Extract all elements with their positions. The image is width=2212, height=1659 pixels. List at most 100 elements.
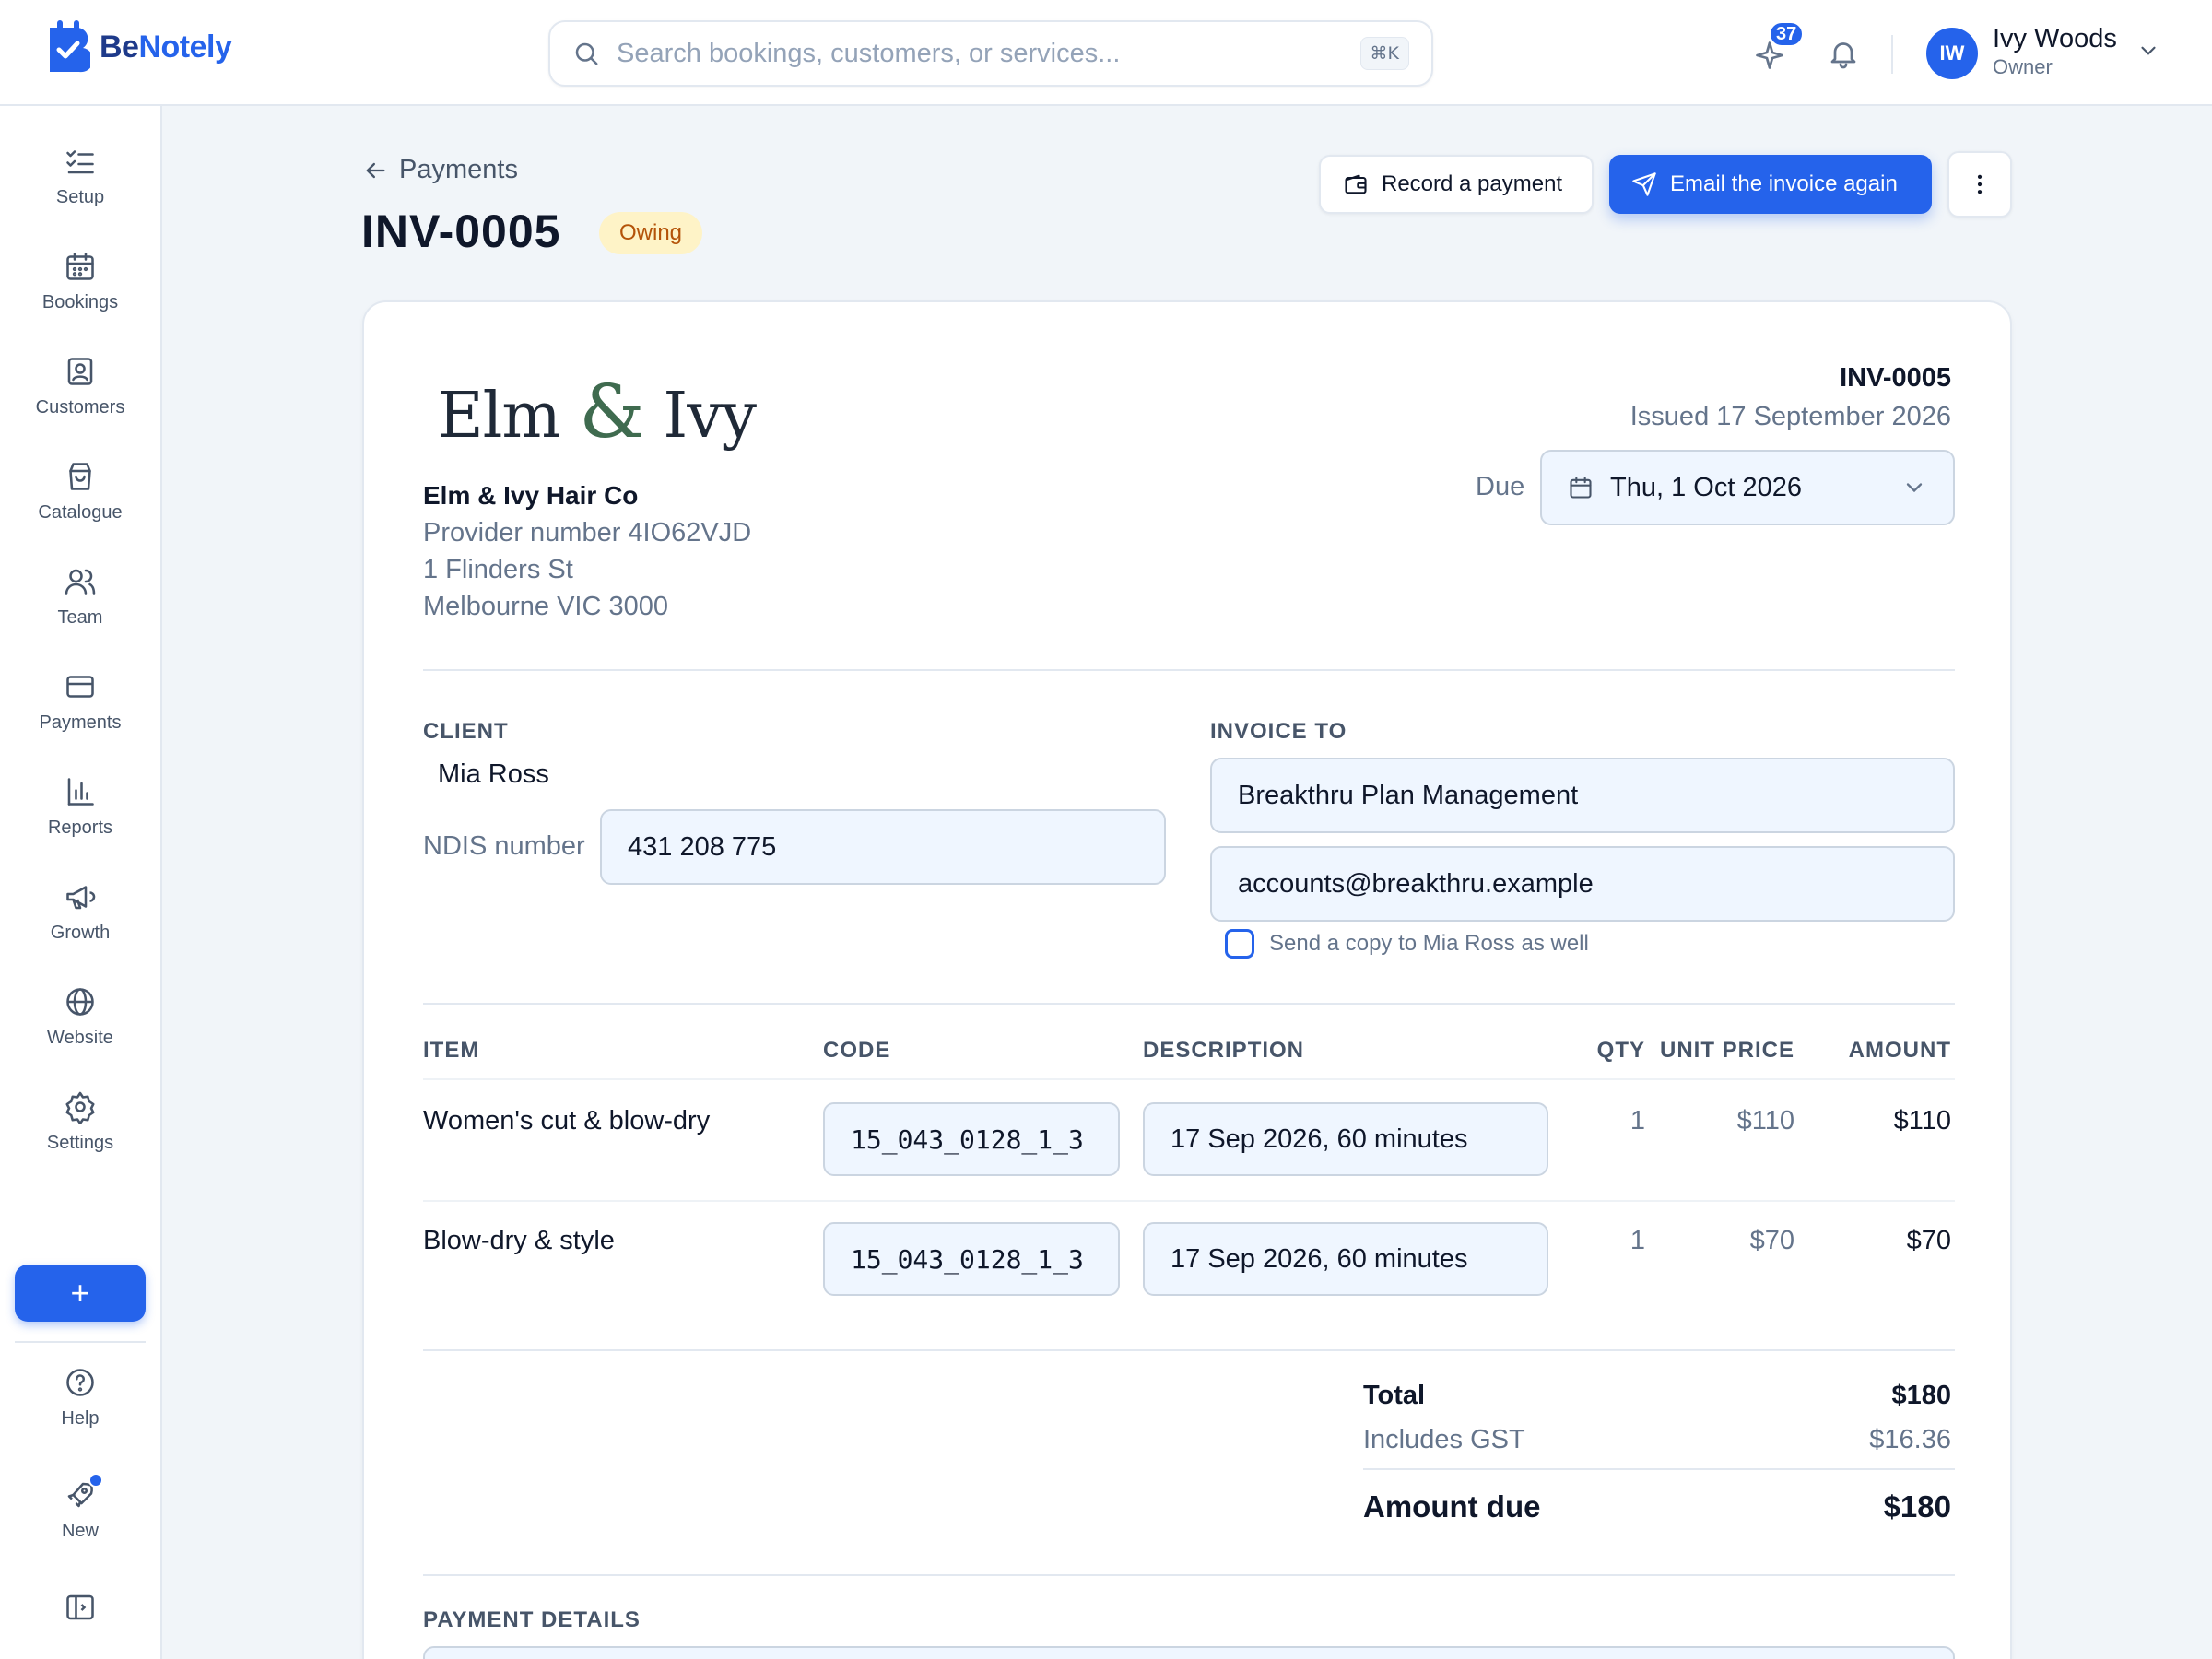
notifications-button[interactable] [1823,33,1864,74]
totals-divider [1363,1468,1955,1470]
app-logo[interactable]: BeNotely [46,20,232,74]
search-icon [575,42,598,65]
divider [423,1078,1955,1080]
line-item-description-input[interactable] [1143,1222,1548,1296]
page-title: INV-0005 [361,206,561,257]
gear-icon [65,1091,95,1124]
due-date-select[interactable]: Thu, 1 Oct 2026 [1540,450,1955,525]
line-item-qty: 1 [1630,1226,1645,1255]
line-item-unit-price: $70 [1749,1226,1794,1255]
contact-card-icon [67,358,93,385]
chevron-down-icon [1906,483,1923,493]
client-section-label: CLIENT [423,719,509,744]
status-badge: Owing [599,212,703,254]
chevron-down-icon[interactable] [2136,39,2160,63]
sidebar-item-settings[interactable]: Settings [0,1090,160,1182]
ndis-number-input[interactable] [600,809,1166,885]
issued-date: Issued 17 September 2026 [1630,402,1951,431]
sidebar-item-label: Setup [55,187,105,207]
sidebar-item-team[interactable]: Team [0,565,160,657]
back-link[interactable]: Payments [362,155,518,185]
provider-number: Provider number 4IO62VJD [423,518,752,547]
avatar[interactable]: IW [1926,28,1978,79]
sidebar-divider [15,1341,146,1343]
email-invoice-label: Email the invoice again [1670,171,1898,196]
record-payment-button[interactable]: Record a payment [1319,155,1594,214]
line-item-description-input[interactable] [1143,1102,1548,1176]
sidebar-item-label: Help [61,1408,100,1429]
sidebar-item-catalogue[interactable]: Catalogue [0,460,160,552]
client-name: Mia Ross [438,759,549,789]
collapse-sidebar-button[interactable] [0,1591,160,1646]
amount-due-label: Amount due [1363,1489,1541,1524]
line-item-qty: 1 [1630,1106,1645,1135]
gst-value: $16.36 [1869,1425,1951,1454]
quick-add-button[interactable]: + [15,1265,146,1322]
sidebar-item-label: Payments [39,712,122,733]
user-role: Owner [1993,55,2053,78]
sidebar-item-label: Customers [35,397,125,418]
gst-label: Includes GST [1363,1425,1525,1454]
column-header-amount: AMOUNT [1848,1038,1951,1063]
total-value: $180 [1891,1381,1951,1410]
send-copy-checkbox[interactable] [1225,929,1254,959]
sidebar-item-help[interactable]: Help [0,1366,160,1458]
address-line-1: 1 Flinders St [423,555,573,584]
divider [423,1003,1955,1005]
new-notification-dot [88,1473,103,1488]
app-name-part1: Be [100,29,139,65]
arrow-left-icon [366,162,385,178]
sidebar-item-new[interactable]: New [0,1478,160,1571]
credit-card-icon [66,676,94,698]
top-bar: BeNotely ⌘K 37 IW Ivy Woods Owner [0,0,2212,106]
bar-chart-icon [67,778,94,806]
topbar-divider [1891,35,1893,74]
globe-icon [66,988,94,1016]
invoice-number: INV-0005 [1840,363,1951,393]
more-vertical-icon [1977,174,1983,194]
sidebar-item-website[interactable]: Website [0,985,160,1077]
business-logo: Elm & Ivy [438,369,757,454]
amount-due-value: $180 [1883,1489,1951,1524]
shopping-bag-icon [69,463,91,490]
email-invoice-button[interactable]: Email the invoice again [1609,155,1932,214]
sidebar-item-setup[interactable]: Setup [0,145,160,237]
invoice-to-name-input[interactable] [1210,758,1955,833]
line-item-code-input[interactable] [823,1102,1120,1176]
line-item-amount: $70 [1906,1226,1951,1255]
more-options-button[interactable] [1947,151,2012,218]
sidebar-item-growth[interactable]: Growth [0,880,160,972]
invoice-to-email-input[interactable] [1210,846,1955,922]
user-name[interactable]: Ivy Woods [1993,24,2117,54]
logo-icon [50,20,90,73]
sidebar-item-customers[interactable]: Customers [0,355,160,447]
logo-word-ivy: Ivy [663,380,757,453]
help-circle-icon [66,1369,94,1396]
divider [423,1349,1955,1351]
column-header-qty: QTY [1596,1038,1645,1063]
due-date-value: Thu, 1 Oct 2026 [1610,472,1802,502]
search-bar[interactable]: ⌘K [548,20,1433,87]
sidebar-item-label: Growth [50,923,111,943]
search-shortcut: ⌘K [1359,37,1409,70]
payment-details-field[interactable] [423,1646,1955,1659]
divider [423,1200,1955,1202]
app-name: BeNotely [100,29,232,65]
checklist-icon [66,150,94,174]
sidebar-item-payments[interactable]: Payments [0,670,160,762]
sidebar-toggle-icon [66,1594,94,1620]
app-name-part2: Notely [138,29,232,65]
search-input[interactable] [617,38,1360,69]
sidebar-item-label: Catalogue [38,502,123,523]
users-icon [65,569,96,595]
sidebar-item-bookings[interactable]: Bookings [0,250,160,342]
invoice-to-section-label: INVOICE TO [1210,719,1347,744]
sidebar-item-reports[interactable]: Reports [0,775,160,867]
divider [423,669,1955,671]
send-copy-label[interactable]: Send a copy to Mia Ross as well [1269,931,1589,957]
sidebar-item-label: Settings [46,1133,114,1153]
megaphone-icon [66,886,96,910]
wallet-icon [1345,174,1367,194]
line-item-code-input[interactable] [823,1222,1120,1296]
sidebar-item-label: Bookings [41,292,119,312]
